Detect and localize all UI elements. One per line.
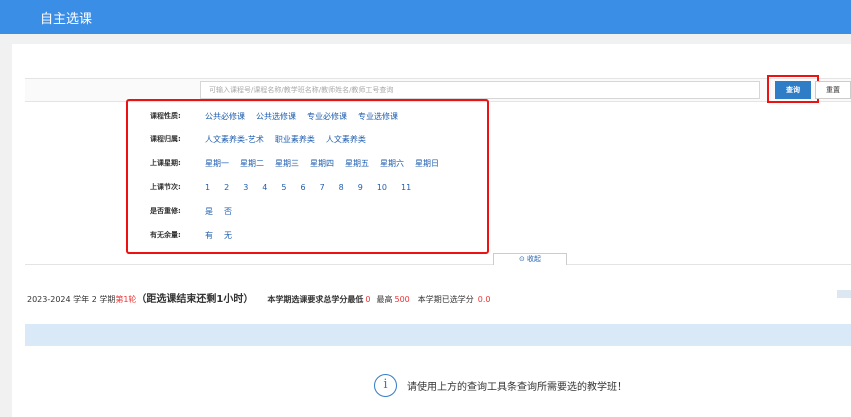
- filter-option[interactable]: 星期五: [345, 158, 369, 169]
- empty-state: i 请使用上方的查询工具条查询所需要选的教学班！: [374, 374, 627, 397]
- filter-row-course-category: 课程归属: 人文素养类-艺术 职业素养类 人文素养类: [150, 132, 377, 146]
- search-input[interactable]: [200, 81, 760, 99]
- filter-option[interactable]: 星期日: [415, 158, 439, 169]
- selected-label: 本学期已选学分: [417, 295, 474, 304]
- filter-option[interactable]: 星期三: [275, 158, 299, 169]
- query-button[interactable]: 查询: [775, 81, 811, 99]
- info-icon: i: [374, 374, 397, 397]
- filter-option[interactable]: 公共必修课: [205, 111, 245, 122]
- filter-option[interactable]: 是: [205, 206, 213, 217]
- filter-option[interactable]: 职业素养类: [275, 134, 315, 145]
- filter-option[interactable]: 人文素养类: [326, 134, 366, 145]
- min-credits: 0: [365, 295, 371, 304]
- filter-option[interactable]: 星期二: [240, 158, 264, 169]
- results-header: [25, 324, 851, 346]
- filter-option[interactable]: 人文素养类-艺术: [205, 134, 264, 145]
- term-text: 2023-2024 学年 2 学期: [27, 295, 116, 304]
- filter-option[interactable]: 8: [339, 183, 344, 192]
- filter-label: 上课节次:: [150, 183, 181, 191]
- filter-option[interactable]: 否: [224, 206, 232, 217]
- filter-label: 是否重修:: [150, 207, 181, 215]
- filter-label: 有无余量:: [150, 231, 181, 239]
- term-info-bar: 2023-2024 学年 2 学期 第1轮 （距选课结束还剩1小时） 本学期选课…: [27, 290, 491, 305]
- filter-option[interactable]: 有: [205, 230, 213, 241]
- filter-option[interactable]: 6: [300, 183, 305, 192]
- filter-option[interactable]: 1: [205, 183, 210, 192]
- filter-option[interactable]: 2: [224, 183, 229, 192]
- filter-label: 课程归属:: [150, 135, 181, 143]
- filter-option[interactable]: 专业选修课: [358, 111, 398, 122]
- filter-row-course-type: 课程性质: 公共必修课 公共选修课 专业必修课 专业选修课: [150, 109, 409, 123]
- max-label: 最高: [376, 295, 393, 304]
- reset-button[interactable]: 重置: [815, 81, 851, 99]
- filter-option[interactable]: 星期四: [310, 158, 334, 169]
- filter-label: 课程性质:: [150, 112, 181, 120]
- filter-option[interactable]: 11: [401, 183, 411, 192]
- filter-option[interactable]: 10: [377, 183, 387, 192]
- requirement-label: 本学期选课要求总学分最低: [267, 295, 364, 304]
- countdown-text: （距选课结束还剩1小时）: [136, 294, 254, 305]
- filter-option[interactable]: 5: [281, 183, 286, 192]
- collapse-button[interactable]: ⊙ 收起: [493, 253, 567, 265]
- filter-label: 上课星期:: [150, 159, 181, 167]
- filter-option[interactable]: 专业必修课: [307, 111, 347, 122]
- top-bar: 自主选课: [0, 0, 851, 34]
- max-credits: 500: [394, 295, 410, 304]
- selected-credits: 0.0: [477, 295, 491, 304]
- filter-row-period: 上课节次: 1 2 3 4 5 6 7 8 9 10 11: [150, 180, 425, 194]
- filter-option[interactable]: 7: [320, 183, 325, 192]
- filter-option[interactable]: 9: [358, 183, 363, 192]
- circle-up-icon: ⊙: [518, 255, 525, 263]
- round-text: 第1轮: [115, 295, 137, 304]
- collapse-label: 收起: [527, 255, 542, 263]
- filter-option[interactable]: 4: [262, 183, 267, 192]
- filter-row-weekday: 上课星期: 星期一 星期二 星期三 星期四 星期五 星期六 星期日: [150, 156, 450, 170]
- filter-option[interactable]: 3: [243, 183, 248, 192]
- filter-option[interactable]: 无: [224, 230, 232, 241]
- filter-row-retake: 是否重修: 是 否: [150, 204, 243, 218]
- empty-message: 请使用上方的查询工具条查询所需要选的教学班！: [407, 382, 627, 393]
- filter-option[interactable]: 星期六: [380, 158, 404, 169]
- page-title: 自主选课: [40, 12, 93, 27]
- info-bar-toggle[interactable]: [837, 290, 851, 298]
- filter-row-remaining-seats: 有无余量: 有 无: [150, 228, 243, 242]
- filter-option[interactable]: 公共选修课: [256, 111, 296, 122]
- filter-option[interactable]: 星期一: [205, 158, 229, 169]
- filter-divider: [25, 264, 851, 265]
